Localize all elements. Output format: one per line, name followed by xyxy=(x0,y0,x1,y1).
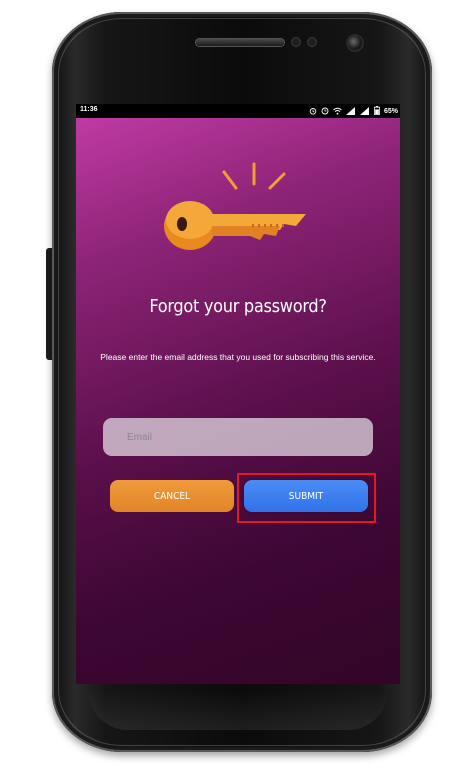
forgot-password-screen: Forgot your password? Please enter the e… xyxy=(76,118,400,684)
status-time: 11:36 xyxy=(80,106,98,113)
wifi-icon xyxy=(333,107,342,117)
signal-icon xyxy=(345,106,356,117)
earpiece-speaker xyxy=(196,39,284,46)
proximity-sensor xyxy=(292,38,300,46)
front-camera xyxy=(348,36,362,50)
stage: 11:36 65% Forgot your password? Please e… xyxy=(0,0,457,769)
battery-icon xyxy=(374,106,380,117)
status-icons: 65% xyxy=(309,106,398,117)
signal-icon xyxy=(359,106,370,117)
phone-chin xyxy=(88,690,388,730)
status-bar: 11:36 65% xyxy=(76,104,400,118)
submit-highlight-box xyxy=(237,473,376,523)
key-icon xyxy=(164,162,306,250)
light-sensor xyxy=(308,38,316,46)
alarm-icon xyxy=(309,107,317,117)
instructions-text: Please enter the email address that you … xyxy=(100,352,376,362)
email-field[interactable] xyxy=(103,418,373,456)
clock-icon xyxy=(321,107,329,117)
cancel-button[interactable]: CANCEL xyxy=(110,480,234,512)
battery-percent: 65% xyxy=(383,108,398,115)
page-title: Forgot your password? xyxy=(149,296,327,317)
